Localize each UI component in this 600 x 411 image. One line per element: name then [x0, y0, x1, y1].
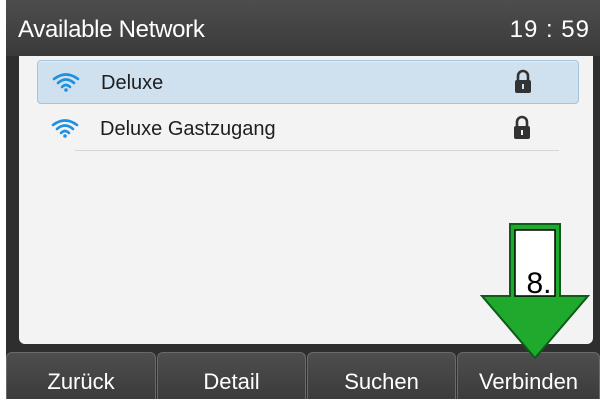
lock-icon	[515, 69, 531, 93]
network-item-deluxe-gastzugang[interactable]: Deluxe Gastzugang	[37, 107, 577, 151]
wifi-icon	[51, 119, 79, 138]
search-button[interactable]: Suchen	[307, 352, 456, 399]
detail-button[interactable]: Detail	[157, 352, 306, 399]
row-divider	[75, 150, 559, 151]
lock-icon	[514, 115, 530, 139]
clock: 19 : 59	[509, 16, 590, 43]
network-ssid: Deluxe Gastzugang	[100, 118, 276, 140]
title-bar: Available Network 19 : 59	[6, 0, 600, 56]
step-label: 8.	[526, 267, 552, 300]
page-title: Available Network	[18, 16, 205, 43]
back-button[interactable]: Zurück	[6, 352, 156, 399]
network-ssid: Deluxe	[101, 72, 164, 94]
network-item-deluxe[interactable]: Deluxe	[37, 60, 579, 104]
wifi-icon	[52, 73, 80, 92]
